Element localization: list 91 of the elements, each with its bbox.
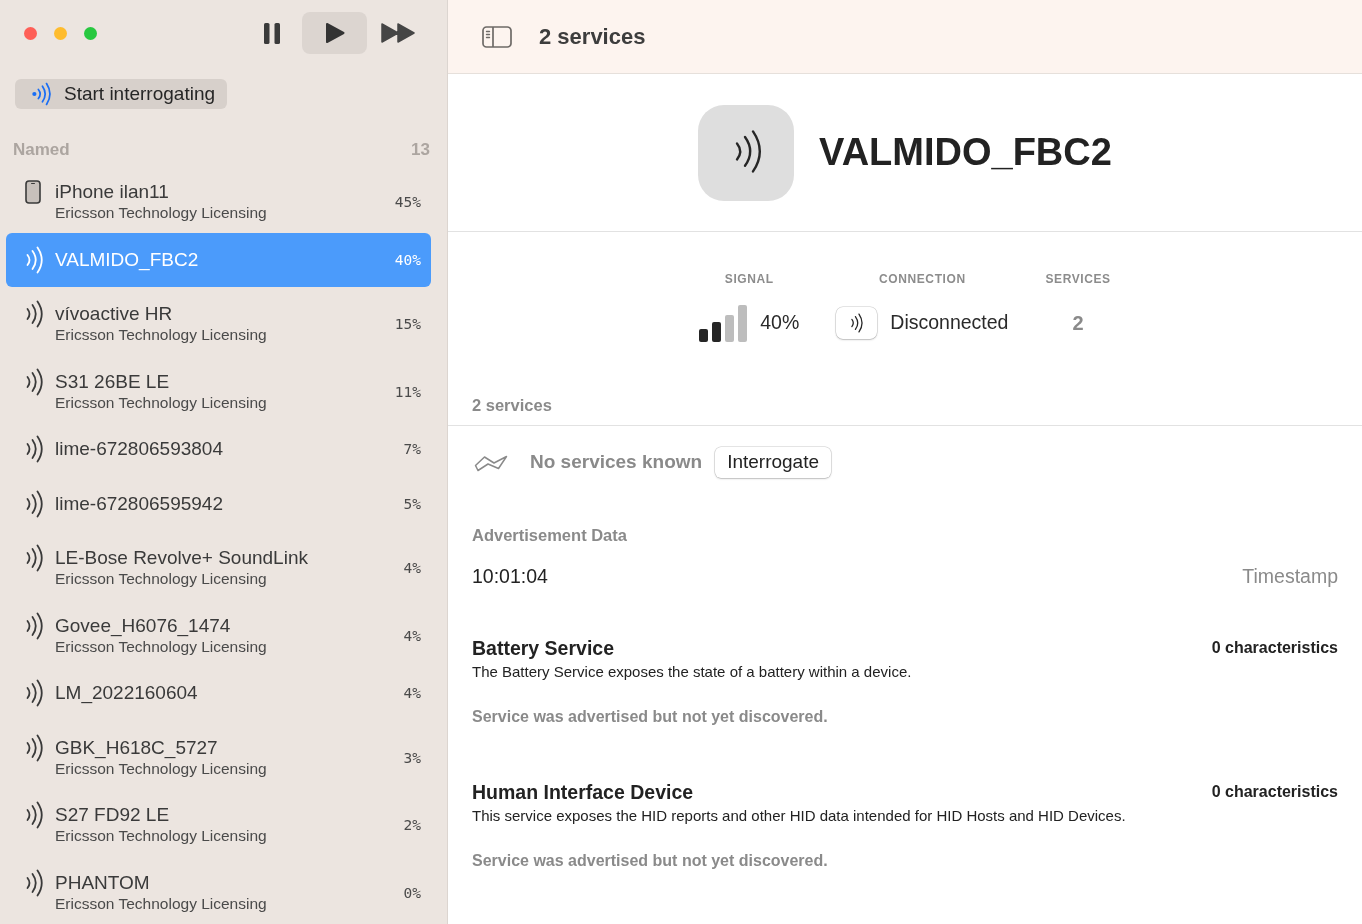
service-description: This service exposes the HID reports and other HID data intended for HID Hosts and HID Devices. [472, 806, 1126, 826]
signal-percent: 7% [403, 440, 421, 460]
device-name: Govee_H6076_1474 [55, 614, 232, 637]
device-row[interactable]: Govee_H6076_1474 Ericsson Technology Licensing 4% [6, 598, 431, 666]
waves-icon [25, 245, 43, 274]
device-name: iPhone ilan11 [55, 181, 170, 204]
device-name: PHANTOM [55, 871, 151, 894]
device-vendor: Ericsson Technology Licensing [55, 392, 268, 413]
device-name: lime-672806593804 [55, 438, 224, 461]
waves-icon [25, 679, 43, 707]
signal-bars-icon [699, 304, 748, 342]
device-row[interactable]: PHANTOM Ericsson Technology Licensing 0% [6, 855, 431, 923]
interrogate-button[interactable]: Interrogate [715, 447, 832, 478]
signal-percent: 45% [394, 193, 421, 213]
waves-icon [25, 611, 43, 640]
section-heading: Advertisement Data [472, 526, 627, 544]
signal-percent: 2% [403, 816, 421, 836]
service-status: Service was advertised but not yet discovered. [472, 707, 828, 727]
signal-percent: 5% [403, 494, 421, 514]
device-name: S31 26BE LE [55, 370, 171, 393]
field-label: Timestamp [1242, 564, 1338, 588]
device-vendor: Ericsson Technology Licensing [55, 893, 268, 914]
service-status: Service was advertised but not yet discovered. [472, 851, 828, 871]
device-name: GBK_H618C_5727 [55, 736, 219, 759]
device-title: VALMIDO_FBC2 [819, 130, 1112, 175]
sidebar-toggle-icon[interactable] [482, 25, 512, 48]
device-name: LM_2022160604 [55, 682, 199, 705]
device-vendor: Ericsson Technology Licensing [55, 203, 268, 224]
empty-message: No services known [530, 450, 703, 475]
device-vendor: Ericsson Technology Licensing [55, 569, 268, 590]
waves-icon [25, 300, 43, 328]
stat-label: SERVICES [1045, 272, 1111, 287]
waves-icon [25, 367, 43, 396]
device-name: vívoactive HR [55, 303, 174, 326]
signal-percent: 40% [394, 250, 421, 270]
broadcast-icon [32, 81, 52, 107]
device-row[interactable]: iPhone ilan11 Ericsson Technology Licensing 45% [6, 165, 431, 233]
stat-label: SIGNAL [724, 272, 774, 287]
service-name: Human Interface Device [472, 780, 694, 804]
waves-icon [850, 313, 864, 333]
device-vendor: Ericsson Technology Licensing [55, 325, 268, 346]
device-row[interactable]: vívoactive HR Ericsson Technology Licensing 15% [6, 287, 431, 355]
device-icon [698, 104, 795, 201]
signal-percent: 4% [403, 684, 421, 704]
device-vendor: Ericsson Technology Licensing [55, 826, 268, 847]
service-description: The Battery Service exposes the state of a battery within a device. [472, 662, 912, 682]
waves-icon [25, 544, 43, 572]
section-heading: 2 services [472, 396, 552, 414]
signal-percent: 4% [403, 559, 421, 579]
signal-percent: 3% [403, 748, 421, 768]
waves-icon [25, 435, 43, 463]
signal-percent: 4% [403, 626, 421, 646]
fast-forward-icon [381, 23, 415, 43]
characteristics-count: 0 characteristics [1211, 782, 1338, 802]
signal-percent: 11% [394, 382, 421, 402]
device-row[interactable]: S31 26BE LE Ericsson Technology Licensing 11% [6, 354, 431, 422]
device-row[interactable]: lime-672806595942 5% [6, 476, 431, 531]
device-name: LE-Bose Revolve+ SoundLink [55, 547, 309, 570]
device-row[interactable]: S27 FD92 LE Ericsson Technology Licensing 2% [6, 788, 431, 856]
signal-percent: 15% [394, 315, 421, 335]
signal-value: 40% [760, 310, 800, 336]
window-title: 2 services [539, 23, 646, 51]
stat-label: CONNECTION [879, 272, 966, 287]
waves-icon [25, 733, 43, 762]
pause-icon [264, 22, 280, 44]
service-name: Battery Service [472, 636, 614, 660]
connection-status: Disconnected [890, 310, 1009, 336]
play-icon [324, 22, 345, 44]
waves-icon [25, 868, 43, 897]
start-scan-button[interactable]: Start interrogating [15, 79, 228, 109]
section-title: Named [13, 139, 70, 161]
device-vendor: Ericsson Technology Licensing [55, 637, 268, 657]
timestamp-value: 10:01:04 [472, 564, 548, 588]
device-row[interactable]: LM_2022160604 4% [6, 666, 431, 721]
waves-icon [25, 489, 43, 518]
services-count: 2 [1072, 311, 1084, 336]
phone-icon [25, 180, 41, 204]
device-name: S27 FD92 LE [55, 804, 171, 827]
connect-button[interactable] [836, 307, 878, 339]
signal-percent: 0% [403, 883, 421, 903]
device-name: lime-672806595942 [55, 492, 224, 515]
device-name: VALMIDO_FBC2 [55, 248, 200, 271]
play-button[interactable] [302, 12, 367, 54]
device-row[interactable]: GBK_H618C_5727 Ericsson Technology Licensing 3% [6, 720, 431, 788]
waves-icon [25, 801, 43, 829]
device-row[interactable]: LE-Bose Revolve+ SoundLink Ericsson Technology Licensing 4% [6, 531, 431, 599]
device-count: 13 [411, 139, 430, 161]
zigzag-icon [474, 453, 508, 472]
device-vendor: Ericsson Technology Licensing [55, 759, 268, 779]
device-row[interactable]: lime-672806593804 7% [6, 422, 431, 477]
characteristics-count: 0 characteristics [1211, 638, 1338, 658]
